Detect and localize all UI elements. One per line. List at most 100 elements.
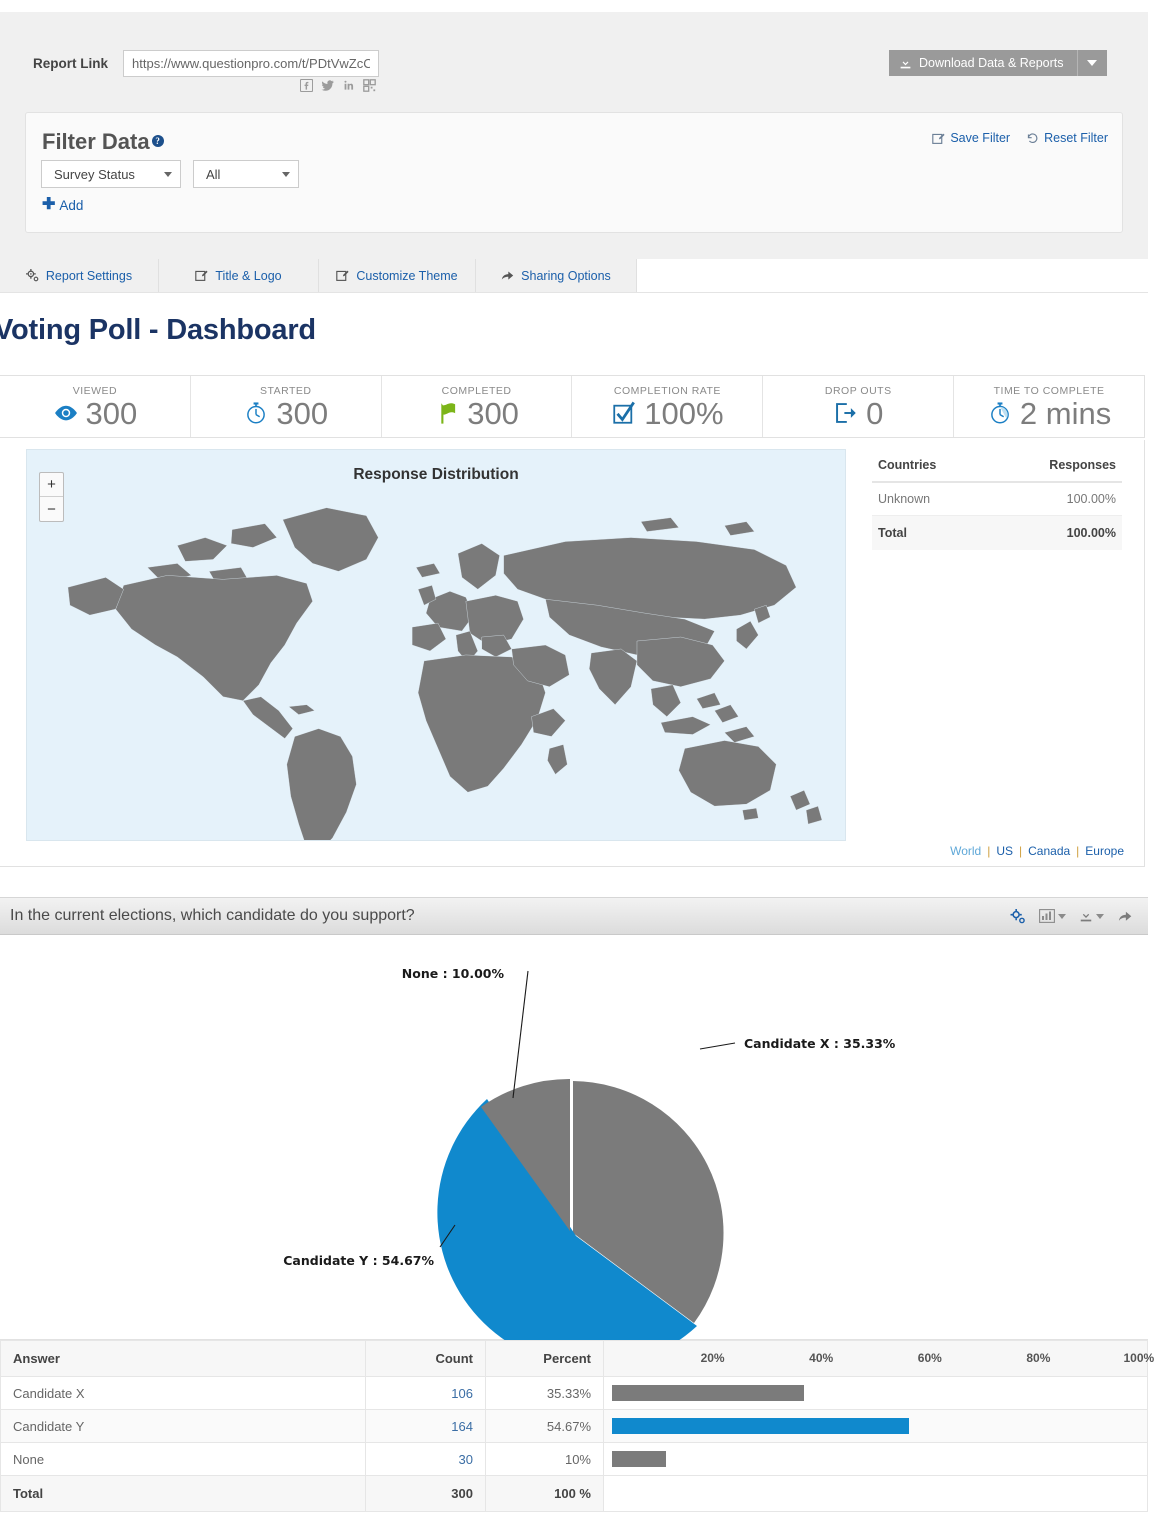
countries-table: Countries Responses Unknown 100.00% Tota… bbox=[872, 458, 1122, 550]
filter-field-select-value: Survey Status bbox=[54, 166, 135, 182]
total-bar-cell bbox=[603, 1475, 1148, 1512]
question-settings-button[interactable] bbox=[1010, 908, 1026, 924]
chart-type-button[interactable] bbox=[1039, 909, 1066, 923]
stat-drop-outs-value: 0 bbox=[866, 395, 884, 431]
question-share-button[interactable] bbox=[1117, 909, 1133, 923]
map-link-europe[interactable]: Europe bbox=[1085, 844, 1124, 858]
tab-sharing-options[interactable]: Sharing Options bbox=[476, 259, 637, 292]
filter-value-select-value: All bbox=[206, 166, 221, 182]
stat-completed: COMPLETED 300 bbox=[382, 376, 573, 437]
pie-label-candidate-x: Candidate X : 35.33% bbox=[744, 1036, 896, 1051]
twitter-icon[interactable] bbox=[321, 79, 334, 92]
header-bar-axis: 20% 40% 60% 80% 100% bbox=[603, 1340, 1155, 1377]
countries-column-header: Countries bbox=[878, 458, 937, 472]
settings-gear-icon bbox=[1010, 908, 1025, 923]
row-answer: Candidate Y bbox=[0, 1409, 366, 1443]
save-filter-button[interactable]: Save Filter bbox=[932, 131, 1010, 145]
axis-tick-20: 20% bbox=[700, 1351, 725, 1365]
row-bar-cell bbox=[603, 1409, 1148, 1443]
filter-field-select[interactable]: Survey Status bbox=[41, 160, 181, 188]
report-link-label: Report Link bbox=[33, 56, 109, 71]
tab-customize-theme[interactable]: Customize Theme bbox=[319, 259, 476, 292]
map-zoom-in-button[interactable]: + bbox=[40, 473, 63, 497]
pie-leader-line-none bbox=[512, 970, 529, 1099]
map-link-canada[interactable]: Canada bbox=[1028, 844, 1070, 858]
report-link-input[interactable] bbox=[123, 50, 380, 77]
filter-value-select[interactable]: All bbox=[193, 160, 299, 188]
row-bar bbox=[612, 1418, 909, 1434]
question-header: In the current elections, which candidat… bbox=[0, 897, 1148, 935]
row-bar-cell bbox=[603, 1442, 1148, 1476]
axis-tick-60: 60% bbox=[917, 1351, 942, 1365]
stat-completion-rate: COMPLETION RATE 100% bbox=[572, 376, 764, 437]
row-count[interactable]: 106 bbox=[365, 1376, 486, 1410]
facebook-icon[interactable] bbox=[300, 79, 313, 92]
chevron-down-icon bbox=[282, 171, 290, 177]
stat-viewed-value: 300 bbox=[85, 395, 138, 431]
countries-total-value: 100.00% bbox=[1066, 526, 1116, 540]
download-dropdown-button[interactable] bbox=[1077, 50, 1107, 76]
stopwatch-icon bbox=[247, 402, 266, 424]
filter-data-title: Filter Data? bbox=[42, 129, 164, 155]
stat-started: STARTED 300 bbox=[191, 376, 382, 437]
response-distribution-block: Response Distribution + − World | US | C… bbox=[0, 440, 1145, 867]
page-title: Voting Poll - Dashboard bbox=[0, 314, 316, 346]
help-icon[interactable]: ? bbox=[151, 135, 164, 147]
share-icon bbox=[501, 271, 514, 280]
download-data-reports-group: Download Data & Reports bbox=[889, 50, 1107, 76]
save-filter-label: Save Filter bbox=[950, 131, 1011, 145]
tab-report-settings[interactable]: Report Settings bbox=[0, 259, 159, 292]
stopwatch-icon bbox=[991, 402, 1009, 424]
countries-table-total-row: Total 100.00% bbox=[872, 516, 1122, 550]
pie-label-none: None : 10.00% bbox=[402, 966, 505, 981]
download-data-reports-button[interactable]: Download Data & Reports bbox=[889, 50, 1078, 76]
stat-time-to-complete-value: 2 mins bbox=[1019, 395, 1112, 431]
responses-column-header: Responses bbox=[1049, 458, 1116, 472]
map-zoom-out-button[interactable]: − bbox=[40, 497, 63, 521]
stats-bar: VIEWED 300 STARTED 300 COMPLETED 300 COM… bbox=[0, 375, 1145, 438]
map-link-separator: | bbox=[1019, 844, 1023, 858]
question-download-button[interactable] bbox=[1079, 909, 1104, 923]
pie-label-candidate-y: Candidate Y : 54.67% bbox=[283, 1253, 434, 1268]
chevron-down-icon bbox=[1087, 60, 1098, 66]
tab-customize-theme-label: Customize Theme bbox=[356, 268, 458, 283]
country-name: Unknown bbox=[878, 492, 931, 506]
axis-tick-40: 40% bbox=[809, 1351, 834, 1365]
answers-table-header-row: Answer Count Percent 20% 40% 60% 80% 100… bbox=[0, 1340, 1155, 1377]
stat-started-label: STARTED bbox=[259, 384, 312, 397]
row-percent: 54.67% bbox=[485, 1409, 604, 1443]
filter-selects: Survey Status All bbox=[41, 160, 299, 188]
question-toolbar bbox=[1010, 908, 1133, 924]
country-responses: 100.00% bbox=[1066, 492, 1116, 506]
map-zoom-controls: + − bbox=[39, 472, 64, 522]
tab-title-logo[interactable]: Title & Logo bbox=[159, 259, 319, 292]
tabs-divider bbox=[0, 292, 1148, 293]
axis-tick-100: 100% bbox=[1123, 1351, 1155, 1365]
chevron-down-icon bbox=[1058, 913, 1066, 919]
checkbox-icon bbox=[613, 401, 636, 424]
stat-completion-rate-label: COMPLETION RATE bbox=[613, 384, 721, 397]
edit-icon bbox=[336, 270, 349, 281]
gears-icon bbox=[25, 269, 39, 282]
reset-filter-button[interactable]: Reset Filter bbox=[1026, 131, 1108, 145]
table-row: Candidate X 106 35.33% bbox=[0, 1376, 1148, 1410]
add-filter-button[interactable]: ✚ Add bbox=[42, 197, 83, 213]
eye-icon bbox=[54, 405, 77, 421]
bar-axis: 20% 40% 60% 80% 100% bbox=[604, 1341, 1155, 1376]
linkedin-icon[interactable] bbox=[342, 79, 355, 92]
map-link-us[interactable]: US bbox=[996, 844, 1013, 858]
header-count: Count bbox=[365, 1340, 486, 1377]
plus-icon: ✚ bbox=[42, 196, 56, 213]
world-map[interactable]: Response Distribution + − bbox=[26, 449, 846, 841]
qr-code-icon[interactable] bbox=[363, 79, 376, 92]
map-region-links: World | US | Canada | Europe bbox=[950, 844, 1124, 858]
map-link-world[interactable]: World bbox=[950, 844, 981, 858]
row-count[interactable]: 30 bbox=[365, 1442, 486, 1476]
stat-time-to-complete-label: TIME TO COMPLETE bbox=[993, 384, 1105, 397]
table-row: Unknown 100.00% bbox=[872, 483, 1122, 516]
stat-drop-outs: DROP OUTS 0 bbox=[763, 376, 955, 437]
filter-data-title-text: Filter Data bbox=[42, 129, 150, 154]
tab-title-logo-label: Title & Logo bbox=[215, 268, 282, 283]
row-count[interactable]: 164 bbox=[365, 1409, 486, 1443]
stat-completed-value: 300 bbox=[467, 395, 519, 431]
